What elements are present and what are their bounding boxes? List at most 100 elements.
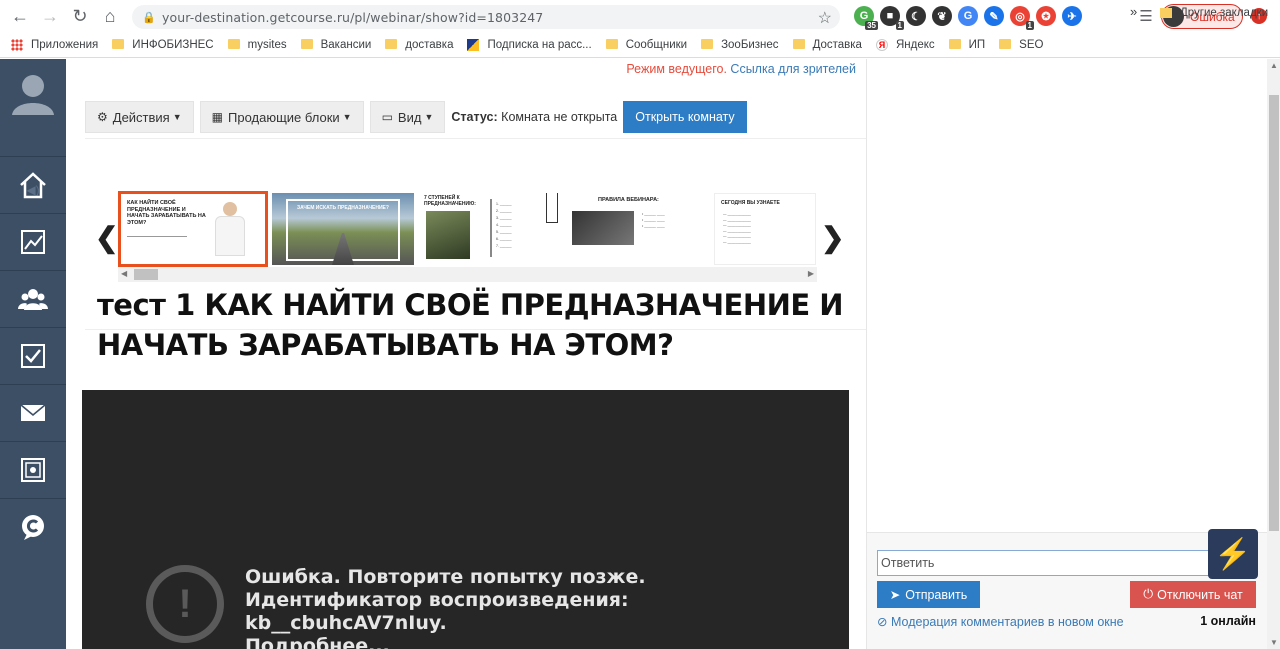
send-button[interactable]: ➤ Отправить bbox=[877, 581, 980, 608]
bookmarks-bar: Приложения ИНФОБИЗНЕС mysites Вакансии доста… bbox=[0, 33, 1280, 58]
url-text[interactable]: your-destination.getcourse.ru/pl/webinar… bbox=[162, 10, 543, 25]
sidebar-item-users[interactable] bbox=[0, 270, 66, 327]
monitor-icon: ▭ bbox=[381, 110, 393, 124]
bookmarks-more-icon[interactable]: » bbox=[1130, 4, 1137, 19]
folder-icon bbox=[300, 39, 313, 49]
bookmark-item[interactable]: Сообщники bbox=[605, 39, 687, 51]
chat-scrollbar[interactable]: ▲ ▼ bbox=[1267, 59, 1280, 649]
folder-icon bbox=[1160, 8, 1172, 18]
slide-thumbnail[interactable]: ПРАВИЛА ВЕБИНАРА: • ______ ____ • ______ … bbox=[568, 193, 710, 265]
sidebar-item-getcourse[interactable] bbox=[0, 498, 66, 555]
address-bar[interactable]: 🔒 your-destination.getcourse.ru/pl/webin… bbox=[132, 5, 840, 29]
extension-badge: 1 bbox=[1025, 21, 1034, 30]
ext-green-icon[interactable]: G 35 bbox=[854, 6, 878, 30]
scroll-up-icon[interactable]: ▲ bbox=[1270, 61, 1278, 70]
sidebar-item-home[interactable] bbox=[0, 156, 66, 213]
scroll-left-icon[interactable]: ◀ bbox=[121, 269, 127, 278]
ext-rocket-icon[interactable]: ✈ bbox=[1062, 6, 1082, 26]
back-icon[interactable]: ← bbox=[6, 2, 34, 30]
slide-title: 7 СТУПЕНЕЙ К ПРЕДНАЗНАЧЕНИЮ: bbox=[424, 195, 476, 207]
selling-blocks-dropdown[interactable]: ▦ Продающие блоки ▼ bbox=[199, 101, 364, 133]
open-room-button[interactable]: Открыть комнату bbox=[623, 101, 747, 133]
send-label: Отправить bbox=[905, 587, 968, 602]
bookmark-item[interactable]: ИНФОБИЗНЕС bbox=[112, 39, 214, 51]
ext-feather-icon[interactable]: ✎ bbox=[984, 6, 1004, 26]
viewer-link[interactable]: Ссылка для зрителей bbox=[730, 62, 856, 76]
actions-dropdown[interactable]: ⚙ Действия ▼ bbox=[85, 101, 194, 133]
ext-square-icon[interactable]: ■ 1 bbox=[880, 6, 904, 30]
other-bookmarks-label: Другие закладки bbox=[1180, 7, 1269, 19]
bookmark-item[interactable]: Я Яндекс bbox=[875, 39, 935, 51]
bookmark-label: Подписка на расс... bbox=[487, 39, 592, 51]
main-content: Режим ведущего. Ссылка для зрителей ⚙ Де… bbox=[66, 59, 866, 649]
view-label: Вид bbox=[397, 109, 422, 125]
player-error-text: Ошибка. Повторите попытку позже. Идентиф… bbox=[245, 566, 646, 634]
next-slide-icon[interactable]: ❯ bbox=[821, 221, 844, 254]
lightning-widget-icon[interactable]: ⚡ bbox=[1208, 529, 1258, 579]
bookmark-item[interactable]: Приложения bbox=[11, 39, 98, 51]
bookmark-label: ИП bbox=[968, 39, 986, 51]
moderation-link[interactable]: ⊘ Модерация комментариев в новом окне bbox=[877, 614, 1124, 629]
mail-icon bbox=[20, 404, 46, 421]
bookmark-star-icon[interactable]: ☆ bbox=[818, 8, 832, 28]
bookmark-item[interactable]: Доставка bbox=[792, 39, 862, 51]
bookmark-item[interactable]: ЗооБизнес bbox=[701, 39, 779, 51]
room-status: Статус: Комната не открыта bbox=[451, 110, 617, 124]
slide-thumbnail[interactable]: СЕГОДНЯ ВЫ УЗНАЕТЕ — ____________ — _____… bbox=[714, 193, 816, 265]
bookmark-label: ЗооБизнес bbox=[721, 39, 779, 51]
bookmark-item[interactable]: ИП bbox=[948, 39, 986, 51]
bookmark-label: SEO bbox=[1019, 39, 1044, 51]
speaker-photo bbox=[215, 202, 245, 262]
browser-toolbar: ← → ↻ ⌂ 🔒 your-destination.getcourse.ru/… bbox=[0, 0, 1280, 33]
webinar-title: тест 1 КАК НАЙТИ СВОЁ ПРЕДНАЗНАЧЕНИЕ И Н… bbox=[97, 288, 844, 362]
ext-target-icon[interactable]: ◎ 1 bbox=[1010, 6, 1034, 30]
bookmark-item[interactable]: Вакансии bbox=[300, 39, 372, 51]
ext-circle-icon[interactable]: ✪ bbox=[1036, 6, 1056, 26]
caret-down-icon: ▼ bbox=[342, 112, 352, 122]
ext-moon-icon[interactable]: ☾ bbox=[906, 6, 926, 26]
bookmark-label: Доставка bbox=[812, 39, 862, 51]
bookmark-label: Вакансии bbox=[320, 39, 372, 51]
bookmark-label: ИНФОБИЗНЕС bbox=[132, 39, 214, 51]
mode-line: Режим ведущего. Ссылка для зрителей bbox=[626, 62, 856, 76]
user-avatar-icon[interactable] bbox=[10, 69, 56, 115]
folder-icon bbox=[999, 39, 1012, 49]
view-dropdown[interactable]: ▭ Вид ▼ bbox=[369, 101, 446, 133]
sidebar-item-stats[interactable] bbox=[0, 213, 66, 270]
sidebar-item-safe[interactable] bbox=[0, 441, 66, 498]
reply-input[interactable] bbox=[877, 550, 1257, 576]
slides-carousel: ❮ КАК НАЙТИ СВОЁ ПРЕДНАЗНАЧЕНИЕ И НАЧАТЬ… bbox=[91, 189, 866, 282]
bookmark-item[interactable]: SEO bbox=[999, 39, 1043, 51]
more-link[interactable]: Подробнее... bbox=[245, 635, 805, 649]
ban-icon: ⊘ bbox=[877, 615, 888, 629]
reload-icon[interactable]: ↻ bbox=[66, 2, 94, 30]
power-icon: ⏻ bbox=[1143, 587, 1154, 601]
video-player[interactable]: ! Ошибка. Повторите попытку позже. Идент… bbox=[82, 390, 849, 649]
bookmark-item[interactable]: Подписка на расс... bbox=[467, 39, 592, 51]
other-bookmarks[interactable]: Другие закладки bbox=[1160, 7, 1268, 19]
scroll-down-icon[interactable]: ▼ bbox=[1270, 638, 1278, 647]
ext-translate-icon[interactable]: G bbox=[958, 6, 978, 26]
scrollbar-thumb[interactable] bbox=[134, 269, 158, 280]
folder-icon bbox=[112, 39, 125, 49]
bookmark-label: mysites bbox=[247, 39, 287, 51]
home-icon[interactable]: ⌂ bbox=[96, 2, 124, 30]
slide-thumbnail[interactable]: 7 СТУПЕНЕЙ К ПРЕДНАЗНАЧЕНИЮ: 1. ______ 2.… bbox=[420, 193, 562, 265]
prev-slide-icon[interactable]: ❮ bbox=[95, 221, 118, 254]
sidebar-item-mail[interactable] bbox=[0, 384, 66, 441]
folder-icon bbox=[701, 39, 714, 49]
lock-icon: 🔒 bbox=[142, 12, 156, 24]
slide-thumbnail[interactable]: КАК НАЙТИ СВОЁ ПРЕДНАЗНАЧЕНИЕ И НАЧАТЬ З… bbox=[118, 191, 268, 267]
bookmark-item[interactable]: доставка bbox=[385, 39, 453, 51]
scroll-right-icon[interactable]: ▶ bbox=[808, 269, 814, 278]
sidebar-item-tasks[interactable] bbox=[0, 327, 66, 384]
slide-thumbnail[interactable]: ЗАЧЕМ ИСКАТЬ ПРЕДНАЗНАЧЕНИЕ? bbox=[272, 193, 414, 265]
bookmark-item[interactable]: mysites bbox=[227, 39, 287, 51]
sidebar: ◀) bbox=[0, 59, 66, 649]
slide-title: ЗАЧЕМ ИСКАТЬ ПРЕДНАЗНАЧЕНИЕ? bbox=[297, 205, 389, 211]
ext-leaf-icon[interactable]: ❦ bbox=[932, 6, 952, 26]
slides-scrollbar[interactable]: ◀ ▶ bbox=[118, 267, 817, 282]
scrollbar-thumb[interactable] bbox=[1269, 95, 1279, 531]
forward-icon[interactable]: → bbox=[36, 2, 64, 30]
disable-chat-button[interactable]: ⏻ Отключить чат bbox=[1130, 581, 1256, 608]
